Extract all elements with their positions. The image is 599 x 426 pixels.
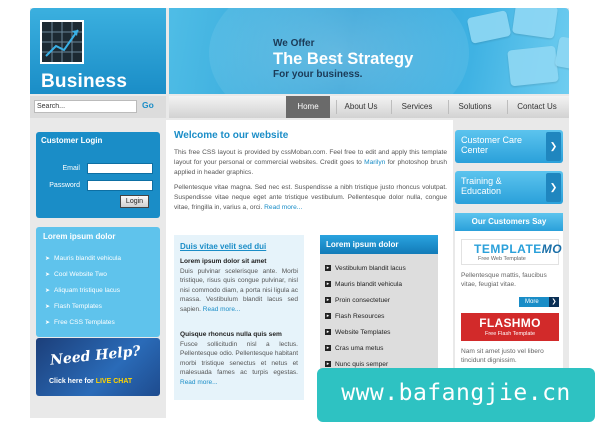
page-container: Business We Offer The Best Strategy For … [30, 8, 569, 418]
watermark-overlay: www.bafangjie.cn [317, 368, 595, 422]
list-box-item[interactable]: ▸ Vestibulum blandit lacus [325, 265, 406, 272]
left-list-item[interactable]: ➤ Aliquam tristique lacus [45, 287, 120, 294]
list-box-header: Lorem ipsum dolor [320, 235, 438, 254]
arrow-right-icon: ❯ [546, 132, 561, 161]
customers-title: Our Customers Say [471, 217, 547, 226]
left-list-title: Lorem ipsum dolor [43, 232, 116, 241]
list-box-item[interactable]: ▸ Mauris blandit vehicula [325, 281, 402, 288]
puzzle-piece-icon [554, 36, 569, 70]
nav-item-home[interactable]: Home [286, 96, 330, 118]
list-box-item[interactable]: ▸ Website Templates [325, 329, 390, 336]
bullet-arrow-icon: ▸ [325, 329, 331, 336]
need-help-banner[interactable]: Need Help? Click here for LIVE CHAT [36, 338, 160, 396]
customer-login-panel: Customer Login Email Password Login [36, 132, 160, 218]
bullet-arrow-icon: ▸ [325, 265, 331, 272]
list-box-title: Lorem ipsum dolor [326, 240, 399, 249]
banner-title: The Best Strategy [273, 50, 414, 68]
second-paragraph: Pellentesque vitae magna. Sed nec est. S… [174, 183, 447, 212]
left-list-item[interactable]: ➤ Mauris blandit vehicula [45, 255, 121, 262]
live-chat-prefix: Click here for [49, 378, 94, 385]
flashmo-wordmark: FLASHMO [479, 316, 541, 330]
nav-item-contact-us[interactable]: Contact Us [508, 96, 566, 118]
logo-text: Business [41, 71, 128, 92]
read-more-link[interactable]: Read more... [264, 204, 302, 211]
read-more-link[interactable]: Read more... [180, 379, 218, 386]
welcome-title: Welcome to our website [174, 130, 289, 141]
customer-quote: Nam sit amet justo vel libero tincidunt … [461, 348, 544, 364]
live-chat-link: Click here for LIVE CHAT [49, 378, 132, 385]
arrow-right-icon: ➤ [45, 272, 51, 278]
password-field[interactable] [87, 180, 153, 191]
search-go-button[interactable]: Go [142, 100, 154, 110]
left-list-item[interactable]: ➤ Cool Website Two [45, 271, 107, 278]
arrow-right-icon: ➤ [45, 256, 51, 262]
banner-subtitle: For your business. [273, 69, 363, 80]
puzzle-piece-icon [507, 45, 559, 87]
marilyn-link[interactable]: Marilyn [364, 159, 385, 166]
news-item-title: Lorem ipsum dolor sit amet [180, 258, 267, 265]
news-item-body: Fusce sollicitudin nisl a lectus. Pellen… [180, 340, 298, 387]
arrow-right-icon: ➤ [45, 304, 51, 310]
news-item-title: Quisque rhoncus nulla quis sem [180, 331, 282, 338]
nav-item-solutions[interactable]: Solutions [449, 96, 501, 118]
bullet-arrow-icon: ▸ [325, 313, 331, 320]
search-bar: Go [30, 96, 166, 118]
header-banner: We Offer The Best Strategy For your busi… [169, 8, 569, 94]
list-box-item[interactable]: ▸ Nunc quis semper [325, 361, 388, 368]
customer-care-button[interactable]: Customer Care Center ❯ [455, 130, 563, 163]
flashmo-logo[interactable]: FLASHMO Free Flash Template [461, 313, 559, 341]
left-list-item[interactable]: ➤ Free CSS Templates [45, 319, 115, 326]
templatemo-tagline: Free Web Template [478, 256, 526, 262]
puzzle-piece-icon [466, 10, 512, 44]
customers-header: Our Customers Say [455, 213, 563, 231]
puzzle-piece-icon [511, 8, 559, 39]
email-field[interactable] [87, 163, 153, 174]
customer-care-label: Customer Care Center [461, 135, 523, 155]
more-button[interactable]: More ❯ [519, 297, 559, 307]
search-input[interactable] [34, 100, 137, 113]
bullet-arrow-icon: ▸ [325, 361, 331, 368]
news-title[interactable]: Duis vitae velit sed dui [180, 242, 266, 251]
chart-logo-icon [40, 20, 84, 64]
flashmo-tagline: Free Flash Template [484, 331, 536, 337]
training-education-label: Training & Education [461, 176, 502, 196]
second-text: Pellentesque vitae magna. Sed nec est. S… [174, 184, 447, 211]
list-box-item[interactable]: ▸ Flash Resources [325, 313, 384, 320]
login-button[interactable]: Login [120, 195, 149, 208]
login-title: Customer Login [41, 136, 103, 145]
news-box: Duis vitae velit sed dui Lorem ipsum dol… [174, 235, 304, 400]
bullet-arrow-icon: ▸ [325, 345, 331, 352]
training-education-button[interactable]: Training & Education ❯ [455, 171, 563, 204]
nav-item-services[interactable]: Services [392, 96, 442, 118]
live-chat-highlight: LIVE CHAT [95, 378, 133, 385]
nav-item-about-us[interactable]: About Us [337, 96, 385, 118]
watermark-text: www.bafangjie.cn [341, 380, 571, 406]
list-box-item[interactable]: ▸ Cras uma metus [325, 345, 383, 352]
bullet-arrow-icon: ▸ [325, 281, 331, 288]
customer-quote: Pellentesque mattis, faucibus vitae, feu… [461, 272, 547, 288]
templatemo-logo[interactable]: TEMPLATEMO Free Web Template [461, 239, 563, 265]
templatemo-wordmark: TEMPLATEMO [474, 242, 563, 256]
arrow-right-icon: ❯ [549, 297, 559, 307]
news-item-body: Duis pulvinar scelerisque ante. Morbi tr… [180, 267, 298, 314]
password-label: Password [49, 182, 80, 189]
left-list-item[interactable]: ➤ Flash Templates [45, 303, 102, 310]
top-nav: Home About Us Services Solutions Contact… [169, 96, 569, 118]
banner-kicker: We Offer [273, 38, 315, 49]
list-box-item[interactable]: ▸ Proin consectetuer [325, 297, 390, 304]
need-help-title: Need Help? [49, 343, 142, 369]
read-more-link[interactable]: Read more... [203, 306, 241, 313]
news-item-text: Fusce sollicitudin nisl a lectus. Pellen… [180, 341, 298, 377]
bullet-arrow-icon: ▸ [325, 297, 331, 304]
arrow-right-icon: ➤ [45, 288, 51, 294]
logo[interactable]: Business [30, 8, 166, 94]
intro-paragraph: This free CSS layout is provided by cssM… [174, 148, 447, 177]
email-label: Email [62, 165, 80, 172]
arrow-right-icon: ➤ [45, 320, 51, 326]
left-link-list: Lorem ipsum dolor ➤ Mauris blandit vehicu… [36, 227, 160, 337]
arrow-right-icon: ❯ [546, 173, 561, 202]
